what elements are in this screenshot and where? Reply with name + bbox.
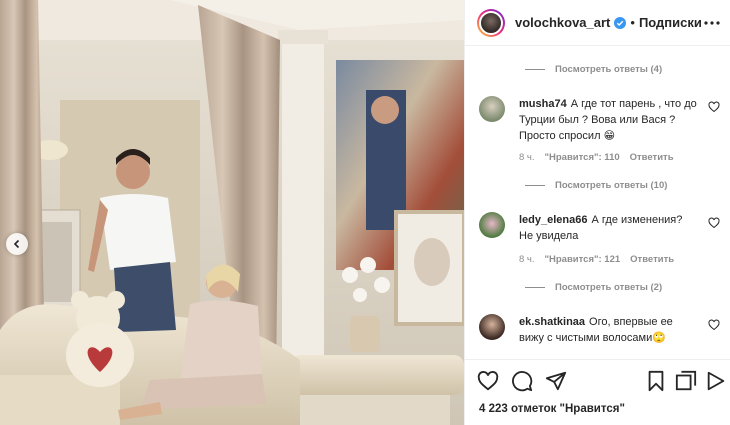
heart-icon xyxy=(708,101,720,113)
chevron-left-icon xyxy=(13,239,20,249)
carousel-icon xyxy=(675,370,697,391)
more-icon xyxy=(704,21,720,25)
photo-scene xyxy=(0,0,464,425)
reply-button[interactable]: Ответить xyxy=(630,152,674,163)
comment-text: ek.shatkinaa Ого, впервые ее вижу с чисты… xyxy=(519,314,697,346)
commenter-avatar[interactable] xyxy=(479,212,505,238)
post-header: volochkova_art • Подписки xyxy=(465,0,730,46)
comment-like-button[interactable] xyxy=(708,100,720,113)
comments-list[interactable]: Посмотреть ответы (4) musha74 А где тот п… xyxy=(465,46,730,359)
carousel-prev-button[interactable] xyxy=(6,233,28,255)
separator-dot: • xyxy=(630,15,635,30)
view-replies-label: Посмотреть ответы (10) xyxy=(555,180,668,191)
view-replies-button[interactable]: Посмотреть ответы (10) xyxy=(525,180,667,191)
commenter-username[interactable]: ledy_elena66 xyxy=(519,214,588,226)
more-options-button[interactable] xyxy=(703,14,721,32)
comment-text: musha74 А где тот парень , что до Турции … xyxy=(519,96,697,144)
commenter-username[interactable]: ek.shatkinaa xyxy=(519,316,585,328)
comment-icon xyxy=(512,371,533,392)
view-replies-label: Посмотреть ответы (2) xyxy=(555,282,663,293)
commenter-username[interactable]: musha74 xyxy=(519,98,567,110)
comment-time: 8 ч. xyxy=(519,152,535,163)
share-button[interactable] xyxy=(545,370,567,392)
comment-meta: 8 ч. "Нравится": 110 Ответить xyxy=(519,152,674,163)
comment-text: ledy_elena66 А где изменения? Не увидела xyxy=(519,212,697,244)
share-icon xyxy=(545,371,567,391)
comment-likes-count[interactable]: "Нравится": 121 xyxy=(545,254,621,265)
author-avatar[interactable] xyxy=(477,8,505,37)
heart-icon xyxy=(477,371,499,391)
commenter-avatar[interactable] xyxy=(479,314,505,340)
post-actions-bar xyxy=(465,359,730,403)
comment-button[interactable] xyxy=(511,370,533,392)
comment-time: 8 ч. xyxy=(519,254,535,265)
collections-button[interactable] xyxy=(675,370,697,392)
comment-like-button[interactable] xyxy=(708,216,720,229)
emoji: 😁 xyxy=(603,130,616,142)
like-button[interactable] xyxy=(477,370,499,392)
view-replies-button[interactable]: Посмотреть ответы (2) xyxy=(525,282,662,293)
comment-meta: 8 ч. "Нравится": 121 Ответить xyxy=(519,254,674,265)
view-replies-label: Посмотреть ответы (4) xyxy=(555,64,663,75)
post-photo[interactable] xyxy=(0,0,464,425)
reel-button[interactable] xyxy=(705,370,727,392)
following-button[interactable]: Подписки xyxy=(639,15,702,30)
view-replies-button[interactable]: Посмотреть ответы (4) xyxy=(525,64,662,75)
reply-button[interactable]: Ответить xyxy=(630,254,674,265)
comment-like-button[interactable] xyxy=(708,318,720,331)
bookmark-icon xyxy=(648,370,664,392)
author-username[interactable]: volochkova_art xyxy=(515,15,610,30)
post-side-panel: volochkova_art • Подписки Посмотреть отв… xyxy=(464,0,730,425)
play-icon xyxy=(707,371,725,391)
comment-likes-count[interactable]: "Нравится": 110 xyxy=(545,152,620,163)
likes-count[interactable]: 4 223 отметок "Нравится" xyxy=(479,403,625,415)
verified-badge-icon xyxy=(614,16,627,29)
emoji: 🙄 xyxy=(652,332,666,344)
save-button[interactable] xyxy=(645,370,667,392)
heart-icon xyxy=(708,217,720,229)
commenter-avatar[interactable] xyxy=(479,96,505,122)
heart-icon xyxy=(708,319,720,331)
